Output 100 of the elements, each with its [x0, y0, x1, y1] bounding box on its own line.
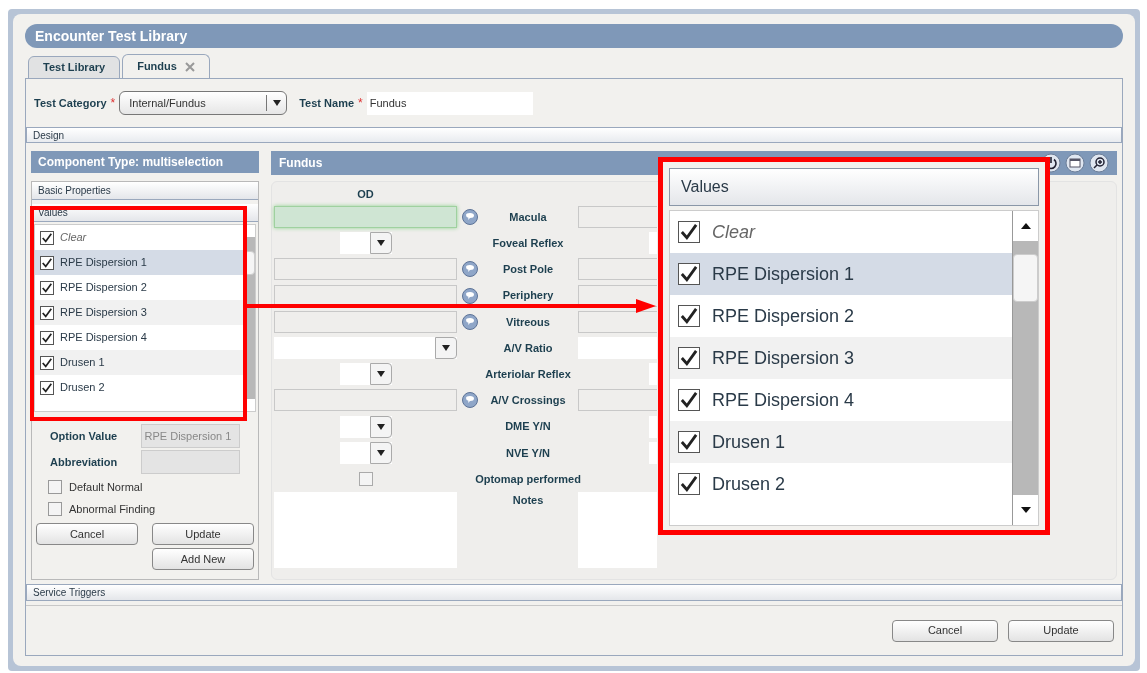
- value-item[interactable]: RPE Dispersion 1: [35, 250, 243, 275]
- dropdown[interactable]: [339, 441, 392, 464]
- section-bar[interactable]: Service Triggers: [26, 584, 1122, 601]
- checkbox[interactable]: [40, 255, 54, 270]
- value-label: RPE Dispersion 1: [712, 262, 855, 286]
- text-field[interactable]: [578, 284, 657, 307]
- checkbox[interactable]: [678, 263, 700, 285]
- text-field[interactable]: [578, 258, 657, 281]
- required-mark: *: [358, 95, 363, 112]
- required-mark: *: [110, 95, 116, 112]
- checkbox[interactable]: [48, 501, 62, 516]
- checkbox[interactable]: [40, 330, 54, 345]
- row-label: Post Pole: [502, 262, 554, 278]
- check-icon: [41, 306, 53, 319]
- row-label: Macula: [509, 209, 547, 225]
- text-field[interactable]: [578, 310, 657, 333]
- column-header: OD: [357, 186, 374, 202]
- row-label: DME Y/N: [505, 419, 551, 435]
- button[interactable]: Update: [1008, 619, 1114, 642]
- value-item[interactable]: RPE Dispersion 3: [35, 300, 243, 325]
- value-label: RPE Dispersion 2: [60, 280, 147, 296]
- value-item[interactable]: RPE Dispersion 1: [670, 253, 1012, 295]
- scroll-down-button[interactable]: [1013, 495, 1038, 525]
- dropdown[interactable]: [339, 232, 392, 255]
- checkbox[interactable]: [678, 473, 700, 495]
- text-field[interactable]: [274, 206, 457, 229]
- checkbox[interactable]: [40, 355, 54, 370]
- value-item[interactable]: Drusen 1: [35, 350, 243, 375]
- text-field[interactable]: [274, 284, 457, 307]
- checkbox-label: Abnormal Finding: [69, 501, 156, 517]
- checkbox[interactable]: [40, 230, 54, 245]
- row-label: A/V Crossings: [490, 393, 566, 409]
- checkbox[interactable]: [678, 431, 700, 453]
- checkbox[interactable]: [358, 471, 373, 486]
- caret-icon: [376, 371, 385, 378]
- row-label: Foveal Reflex: [492, 236, 564, 252]
- dropdown[interactable]: [339, 415, 392, 438]
- text-field[interactable]: [578, 389, 657, 412]
- caret-icon: [376, 449, 385, 456]
- button[interactable]: Cancel: [892, 619, 998, 642]
- window-title: Encounter Test Library: [25, 24, 1123, 48]
- tab[interactable]: Fundus: [122, 54, 210, 79]
- value-item[interactable]: RPE Dispersion 3: [670, 337, 1012, 379]
- check-icon: [679, 348, 699, 368]
- scroll-up-icon[interactable]: [1020, 223, 1031, 229]
- close-icon[interactable]: [184, 61, 195, 72]
- text-field[interactable]: Fundus: [366, 91, 533, 115]
- comment-icon[interactable]: [462, 261, 478, 278]
- category-dropdown[interactable]: Internal/Fundus: [119, 91, 288, 115]
- checkbox[interactable]: [48, 480, 62, 495]
- value-label: Clear: [60, 230, 87, 246]
- text-field[interactable]: [274, 310, 457, 333]
- zoom-in-icon[interactable]: [1089, 153, 1109, 173]
- button[interactable]: Update: [152, 523, 254, 545]
- text-field[interactable]: [274, 389, 457, 412]
- checkbox[interactable]: [40, 380, 54, 395]
- checkbox[interactable]: [678, 221, 700, 243]
- comment-icon[interactable]: [462, 287, 478, 304]
- check-icon: [679, 264, 699, 284]
- row-label: NVE Y/N: [506, 445, 550, 461]
- button[interactable]: Cancel: [36, 523, 138, 545]
- comment-icon[interactable]: [462, 313, 478, 330]
- scroll-up-button[interactable]: [1013, 211, 1038, 241]
- caret-icon: [272, 100, 281, 106]
- section-bar[interactable]: Basic Properties: [32, 182, 258, 200]
- text-field[interactable]: [274, 258, 457, 281]
- row-label: Optomap performed: [475, 471, 581, 487]
- section-bar[interactable]: Design: [26, 127, 1122, 143]
- button[interactable]: Add New: [152, 548, 254, 570]
- check-icon: [41, 231, 53, 244]
- window-icon[interactable]: [1065, 153, 1085, 173]
- scrollbar-thumb[interactable]: [1013, 254, 1038, 302]
- check-icon: [41, 331, 53, 344]
- checkbox[interactable]: [678, 389, 700, 411]
- dropdown[interactable]: [339, 363, 392, 386]
- notes-field[interactable]: [578, 492, 657, 569]
- checkbox[interactable]: [678, 305, 700, 327]
- value-item[interactable]: Drusen 1: [670, 421, 1012, 463]
- field-label: Test Category: [34, 95, 107, 111]
- dropdown[interactable]: [274, 337, 457, 360]
- comment-icon[interactable]: [462, 392, 478, 409]
- check-icon: [41, 256, 53, 269]
- scrollbar-thumb[interactable]: [244, 251, 255, 275]
- row-label: Periphery: [502, 288, 554, 304]
- caret-icon: [442, 345, 450, 352]
- text-field[interactable]: [578, 206, 657, 229]
- row-label: Vitreous: [506, 314, 550, 330]
- abbreviation-field[interactable]: [140, 450, 240, 474]
- check-icon: [679, 474, 699, 494]
- field-label: Abbreviation: [50, 454, 119, 470]
- check-icon: [679, 432, 699, 452]
- comment-icon[interactable]: [462, 209, 478, 226]
- scroll-down-icon[interactable]: [1020, 507, 1031, 513]
- tab[interactable]: Test Library: [28, 56, 121, 79]
- checkbox[interactable]: [40, 280, 54, 295]
- checkbox[interactable]: [678, 347, 700, 369]
- value-label: Drusen 2: [60, 380, 105, 396]
- checkbox[interactable]: [40, 305, 54, 320]
- scrollbar[interactable]: [1012, 211, 1038, 525]
- section-bar[interactable]: Values: [669, 168, 1039, 206]
